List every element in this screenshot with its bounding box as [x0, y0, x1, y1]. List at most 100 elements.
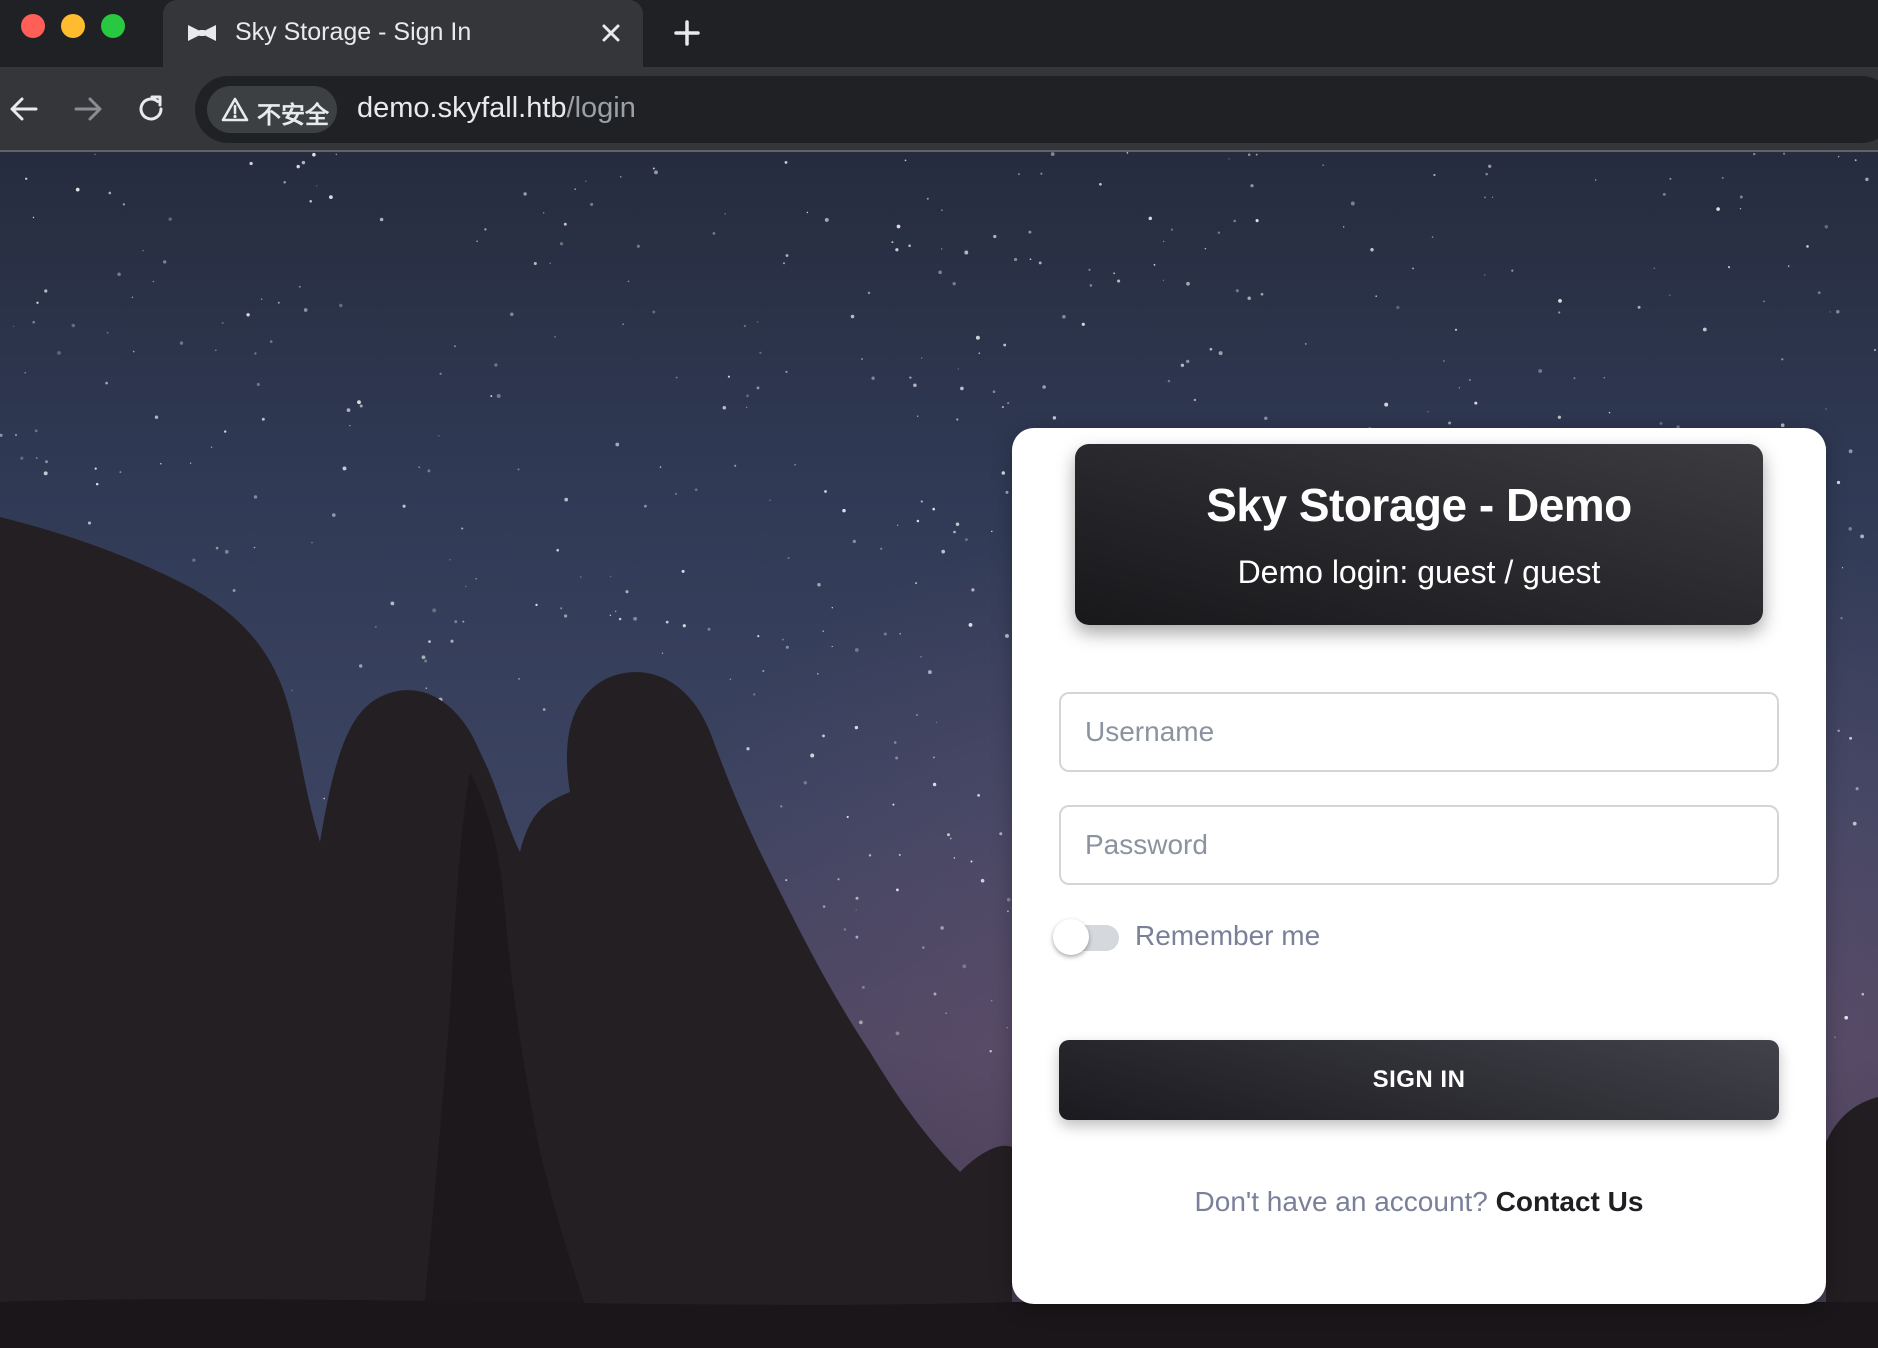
star [1005, 633, 1009, 638]
star [1088, 268, 1091, 272]
arrow-left-icon[interactable] [6, 91, 42, 127]
star [1170, 228, 1174, 231]
security-indicator[interactable]: 不安全 [207, 86, 337, 133]
star [1557, 415, 1562, 419]
star [108, 191, 112, 195]
close-icon[interactable] [597, 19, 625, 47]
star [298, 285, 301, 288]
star [1659, 421, 1663, 425]
star [1038, 261, 1042, 265]
star [787, 556, 790, 560]
star [785, 370, 788, 374]
star [1484, 196, 1486, 199]
star [331, 513, 336, 517]
star [757, 634, 760, 638]
url-host: demo.skyfall.htb [357, 92, 567, 124]
star [75, 187, 80, 192]
star [1412, 267, 1414, 270]
star [927, 670, 932, 675]
url-text[interactable]: demo.skyfall.htb/login [357, 92, 636, 125]
star [1483, 274, 1486, 276]
remember-me-toggle[interactable] [1053, 919, 1121, 955]
star [152, 280, 155, 283]
star [462, 620, 465, 623]
reload-icon[interactable] [133, 91, 169, 127]
star [224, 430, 227, 433]
star [659, 466, 662, 468]
star [627, 280, 630, 283]
star [962, 964, 967, 969]
sign-in-button[interactable]: SIGN IN [1059, 1040, 1779, 1120]
login-card-header: Sky Storage - Demo Demo login: guest / g… [1075, 444, 1763, 625]
star [654, 170, 658, 175]
username-input[interactable] [1059, 692, 1779, 772]
security-label: 不安全 [257, 101, 329, 129]
toggle-knob [1053, 919, 1089, 955]
star [1511, 269, 1514, 272]
maximize-window-button[interactable] [101, 14, 125, 38]
star [968, 622, 973, 627]
star [428, 640, 431, 643]
close-window-button[interactable] [21, 14, 45, 38]
star [941, 209, 943, 211]
star [932, 782, 937, 787]
star [916, 714, 918, 716]
star [1491, 196, 1494, 198]
browser-toolbar: 不安全 demo.skyfall.htb/login [0, 67, 1878, 152]
star [993, 234, 997, 239]
star [1370, 248, 1374, 252]
star [346, 408, 351, 412]
star [432, 608, 437, 613]
star [253, 546, 256, 549]
star [1018, 173, 1020, 175]
star [953, 857, 956, 859]
star [1209, 347, 1213, 351]
star [1431, 236, 1434, 238]
star [94, 467, 97, 470]
star [909, 376, 912, 379]
ground-silhouette [0, 1299, 1878, 1348]
star [1787, 265, 1790, 267]
star [71, 323, 76, 328]
star [921, 946, 925, 949]
remember-me-label[interactable]: Remember me [1135, 920, 1320, 952]
star [661, 652, 664, 654]
star [908, 244, 911, 247]
plus-icon[interactable] [671, 17, 703, 49]
password-input[interactable] [1059, 805, 1779, 885]
star [1050, 152, 1055, 157]
star [1860, 534, 1865, 539]
star [1255, 153, 1258, 156]
star [915, 582, 918, 585]
star [1148, 216, 1153, 221]
star [106, 331, 109, 334]
arrow-right-icon[interactable] [70, 91, 106, 127]
star [1825, 408, 1827, 410]
star [316, 184, 318, 187]
star [855, 935, 859, 939]
star [449, 559, 451, 561]
address-bar[interactable]: 不安全 demo.skyfall.htb/login [195, 76, 1878, 143]
star [1852, 821, 1857, 826]
star [1040, 172, 1043, 175]
star [12, 325, 15, 328]
star [1849, 736, 1853, 740]
star [932, 756, 935, 759]
star [785, 645, 789, 649]
star [964, 538, 968, 542]
star [260, 298, 263, 300]
star [781, 638, 784, 641]
star [105, 381, 108, 385]
star [783, 262, 785, 265]
star [916, 519, 920, 523]
star [891, 241, 894, 244]
star [940, 926, 944, 930]
contact-us-link[interactable]: Contact Us [1496, 1186, 1644, 1217]
star [564, 497, 569, 502]
minimize-window-button[interactable] [61, 14, 85, 38]
star [210, 446, 213, 449]
star [892, 803, 895, 806]
browser-tab-active[interactable]: Sky Storage - Sign In [163, 0, 643, 67]
star [418, 466, 421, 469]
star [707, 627, 711, 631]
